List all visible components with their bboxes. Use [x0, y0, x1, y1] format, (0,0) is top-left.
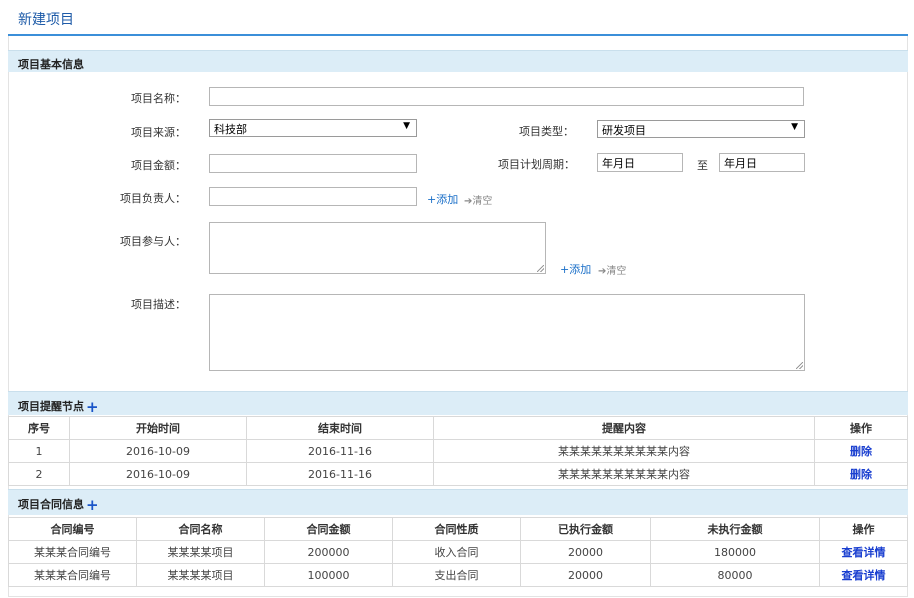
- cell-amount: 100000: [264, 563, 393, 587]
- cell-no: 2: [8, 462, 70, 486]
- type-select-value: 研发项目: [602, 124, 646, 137]
- col-header: 操作: [819, 517, 908, 541]
- col-header: 已执行金额: [520, 517, 651, 541]
- delete-link[interactable]: 删除: [850, 468, 872, 481]
- table-header-row: 序号 开始时间 结束时间 提醒内容 操作: [8, 416, 908, 440]
- col-header: 合同性质: [392, 517, 521, 541]
- project-name-input[interactable]: [209, 87, 804, 106]
- name-label: 项目名称：: [131, 92, 186, 105]
- description-textarea[interactable]: [209, 294, 805, 371]
- plus-icon[interactable]: +: [86, 400, 99, 415]
- col-header: 提醒内容: [433, 416, 815, 440]
- leader-label: 项目负责人：: [120, 192, 186, 205]
- source-label: 项目来源：: [131, 126, 186, 139]
- table-row: 1 2016-10-09 2016-11-16 某某某某某某某某某某内容 删除: [8, 439, 908, 463]
- reminders-table: 序号 开始时间 结束时间 提醒内容 操作 1 2016-10-09 2016-1…: [8, 416, 908, 486]
- type-select[interactable]: 研发项目 ▼: [597, 120, 805, 138]
- table-row: 某某某合同编号 某某某某项目 100000 支出合同 20000 80000 查…: [8, 563, 908, 587]
- period-start-input[interactable]: [597, 153, 683, 172]
- section-contracts: 项目合同信息 +: [8, 489, 908, 515]
- col-header: 操作: [814, 416, 908, 440]
- view-detail-link[interactable]: 查看详情: [842, 546, 886, 559]
- cell-content: 某某某某某某某某某某内容: [433, 462, 815, 486]
- source-select-value: 科技部: [214, 123, 247, 136]
- page-title: 新建项目: [18, 12, 74, 28]
- participants-label: 项目参与人：: [120, 235, 186, 248]
- table-row: 某某某合同编号 某某某某项目 200000 收入合同 20000 180000 …: [8, 540, 908, 564]
- cell-name: 某某某某项目: [136, 563, 265, 587]
- leader-clear-link[interactable]: ➔清空: [464, 192, 492, 207]
- amount-label: 项目金额：: [131, 159, 186, 172]
- section-title: 项目合同信息: [18, 498, 84, 511]
- participants-clear-link[interactable]: ➔清空: [598, 262, 626, 277]
- desc-label: 项目描述：: [131, 298, 186, 311]
- table-row: 2 2016-10-09 2016-11-16 某某某某某某某某某某内容 删除: [8, 462, 908, 486]
- type-label: 项目类型：: [519, 125, 574, 138]
- col-header: 未执行金额: [650, 517, 820, 541]
- cell-remaining: 180000: [650, 540, 820, 564]
- source-select[interactable]: 科技部 ▼: [209, 119, 417, 137]
- plus-icon[interactable]: +: [86, 498, 99, 513]
- cell-code: 某某某合同编号: [8, 540, 137, 564]
- table-header-row: 合同编号 合同名称 合同金额 合同性质 已执行金额 未执行金额 操作: [8, 517, 908, 541]
- period-separator: 至: [697, 159, 708, 172]
- cell-name: 某某某某项目: [136, 540, 265, 564]
- leader-add-link[interactable]: +添加: [427, 191, 458, 207]
- section-title: 项目提醒节点: [18, 400, 84, 413]
- delete-link[interactable]: 删除: [850, 445, 872, 458]
- cell-no: 1: [8, 439, 70, 463]
- col-header: 合同编号: [8, 517, 137, 541]
- amount-input[interactable]: [209, 154, 417, 173]
- period-end-input[interactable]: [719, 153, 805, 172]
- col-header: 合同名称: [136, 517, 265, 541]
- col-header: 开始时间: [69, 416, 247, 440]
- view-detail-link[interactable]: 查看详情: [842, 569, 886, 582]
- col-header: 合同金额: [264, 517, 393, 541]
- section-basic-info: 项目基本信息: [8, 50, 908, 72]
- cell-end: 2016-11-16: [246, 462, 434, 486]
- cell-remaining: 80000: [650, 563, 820, 587]
- period-label: 项目计划周期：: [498, 158, 575, 171]
- cell-end: 2016-11-16: [246, 439, 434, 463]
- cell-executed: 20000: [520, 540, 651, 564]
- col-header: 序号: [8, 416, 70, 440]
- participants-add-link[interactable]: +添加: [560, 261, 591, 277]
- cell-start: 2016-10-09: [69, 462, 247, 486]
- cell-code: 某某某合同编号: [8, 563, 137, 587]
- cell-nature: 支出合同: [392, 563, 521, 587]
- section-title: 项目基本信息: [18, 58, 84, 71]
- participants-textarea[interactable]: [209, 222, 546, 274]
- contracts-table: 合同编号 合同名称 合同金额 合同性质 已执行金额 未执行金额 操作 某某某合同…: [8, 517, 908, 587]
- cell-executed: 20000: [520, 563, 651, 587]
- cell-content: 某某某某某某某某某某内容: [433, 439, 815, 463]
- dropdown-arrow-icon: ▼: [791, 122, 798, 132]
- section-reminders: 项目提醒节点 +: [8, 391, 908, 415]
- col-header: 结束时间: [246, 416, 434, 440]
- leader-input[interactable]: [209, 187, 417, 206]
- cell-start: 2016-10-09: [69, 439, 247, 463]
- cell-amount: 200000: [264, 540, 393, 564]
- cell-nature: 收入合同: [392, 540, 521, 564]
- resize-grip-icon[interactable]: [537, 265, 544, 272]
- dropdown-arrow-icon: ▼: [403, 121, 410, 131]
- resize-grip-icon[interactable]: [796, 362, 803, 369]
